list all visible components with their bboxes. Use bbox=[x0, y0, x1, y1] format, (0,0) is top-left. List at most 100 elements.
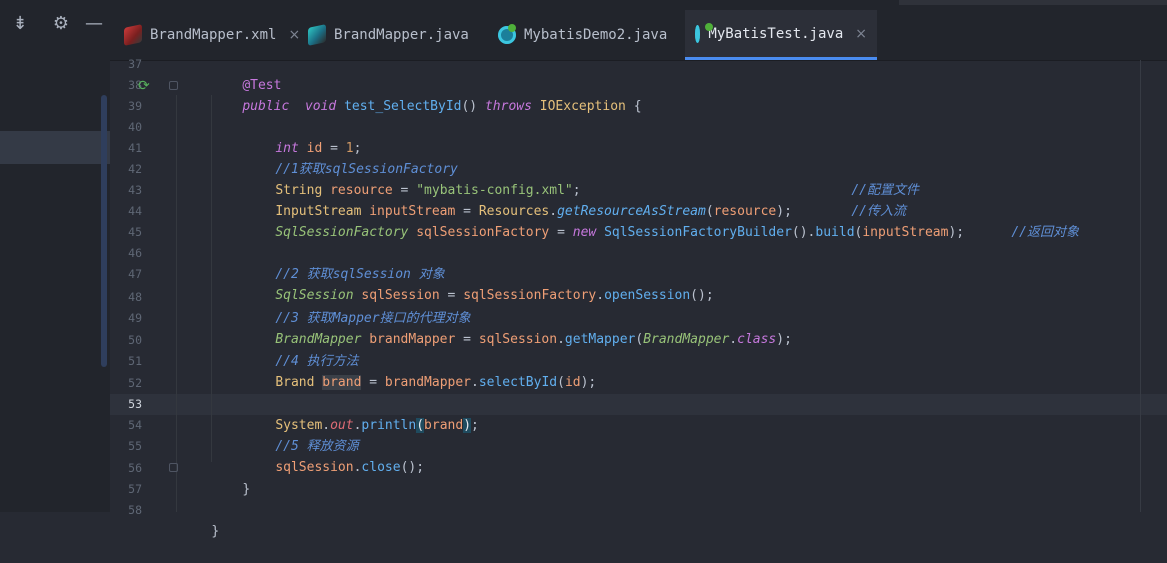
code-line-37: @Test bbox=[211, 54, 281, 93]
fold-marker-icon[interactable] bbox=[169, 463, 178, 472]
tab-brandmapper-java[interactable]: BrandMapper.java bbox=[298, 10, 479, 60]
tab-mybatisdemo2-java[interactable]: MybatisDemo2.java bbox=[488, 10, 677, 60]
code-line-41: //1获取sqlSessionFactory bbox=[244, 138, 458, 177]
token: selectById bbox=[478, 375, 558, 390]
code-line-44: SqlSessionFactory sqlSessionFactory = ne… bbox=[244, 201, 964, 240]
token: . bbox=[729, 332, 738, 347]
line-number: 58 bbox=[128, 503, 142, 517]
token: (); bbox=[400, 460, 425, 475]
token: ; bbox=[471, 418, 479, 433]
run-test-icon[interactable]: ⟳ bbox=[138, 78, 154, 94]
token: Brand bbox=[275, 375, 315, 390]
token: () bbox=[461, 99, 478, 114]
code-line-43: InputStream inputStream = Resources.getR… bbox=[244, 180, 792, 219]
line-number: 44 bbox=[128, 204, 142, 218]
code-comment-43: //传入流 bbox=[820, 180, 906, 219]
token: ); bbox=[948, 225, 965, 240]
tab-brandmapper-xml[interactable]: BrandMapper.xml × bbox=[114, 10, 310, 60]
code-editor[interactable]: @Test public void test_SelectById() thro… bbox=[180, 54, 1167, 539]
token: sqlSessionFactory bbox=[416, 225, 550, 240]
code-line-48: //3 获取Mapper接口的代理对象 bbox=[244, 287, 470, 326]
project-tree-selected-row[interactable] bbox=[0, 131, 110, 164]
code-line-54: //5 释放资源 bbox=[244, 415, 358, 454]
token: println bbox=[361, 418, 417, 433]
line-number: 50 bbox=[128, 333, 142, 347]
token: (); bbox=[690, 288, 714, 303]
code-line-42: String resource = "mybatis-config.xml"; bbox=[244, 159, 580, 198]
token: sqlSession bbox=[275, 460, 354, 475]
token: } bbox=[242, 482, 251, 497]
token: ( bbox=[557, 375, 565, 390]
editor-tab-bar: BrandMapper.xml × BrandMapper.java Mybat… bbox=[110, 0, 1167, 61]
line-number: 40 bbox=[128, 120, 142, 134]
matched-paren: ) bbox=[463, 418, 472, 433]
code-line-56: } bbox=[211, 458, 250, 497]
code-line-46: //2 获取sqlSession 对象 bbox=[244, 243, 444, 282]
token: . bbox=[596, 288, 605, 303]
token: class bbox=[737, 332, 777, 347]
code-line-40: int id = 1; bbox=[244, 117, 361, 156]
token: ); bbox=[580, 375, 597, 390]
line-number: 49 bbox=[128, 311, 142, 325]
line-number: 55 bbox=[128, 439, 142, 453]
code-line-55: sqlSession.close(); bbox=[244, 436, 424, 475]
close-icon[interactable]: × bbox=[855, 26, 867, 42]
token: build bbox=[815, 225, 855, 240]
project-panel: ⇟ ⚙ — bbox=[0, 0, 110, 512]
line-number: 56 bbox=[128, 461, 142, 475]
token: . bbox=[557, 332, 565, 347]
code-line-50: //4 执行方法 bbox=[244, 330, 358, 369]
tab-label: MyBatisTest.java bbox=[708, 25, 844, 42]
code-comment-42: //配置文件 bbox=[820, 159, 919, 198]
xml-file-icon bbox=[124, 24, 142, 46]
token: getMapper bbox=[564, 332, 636, 347]
token: SqlSessionFactoryBuilder bbox=[604, 225, 792, 240]
line-number: 42 bbox=[128, 162, 142, 176]
tab-label: MybatisDemo2.java bbox=[524, 27, 668, 43]
gear-icon[interactable]: ⚙ bbox=[50, 13, 72, 35]
token: throws bbox=[484, 99, 532, 114]
code-line-53: System.out.println(brand); bbox=[244, 394, 479, 433]
token: test_SelectById bbox=[344, 99, 462, 114]
token: close bbox=[361, 460, 401, 475]
line-number: 43 bbox=[128, 183, 142, 197]
line-number: 47 bbox=[128, 267, 142, 281]
line-number: 51 bbox=[128, 354, 142, 368]
code-line-49: BrandMapper brandMapper = sqlSession.get… bbox=[244, 308, 792, 347]
line-number: 46 bbox=[128, 246, 142, 260]
code-line-38: public void test_SelectById() throws IOE… bbox=[211, 75, 641, 114]
tab-mybatistest-java[interactable]: MyBatisTest.java × bbox=[685, 10, 877, 60]
line-number: 57 bbox=[128, 482, 142, 496]
fold-marker-icon[interactable] bbox=[169, 81, 178, 90]
token: { bbox=[633, 99, 642, 114]
minimize-icon[interactable]: — bbox=[83, 13, 105, 35]
line-number: 48 bbox=[128, 290, 142, 304]
highlighted-variable: brand bbox=[322, 375, 362, 390]
token: ); bbox=[776, 332, 792, 347]
token: sqlSession bbox=[478, 332, 558, 347]
code-line-47: SqlSession sqlSession = sqlSessionFactor… bbox=[244, 264, 713, 303]
token: = bbox=[549, 225, 573, 240]
token: brandMapper bbox=[369, 332, 456, 347]
java-class-icon bbox=[695, 22, 715, 43]
token: (). bbox=[791, 225, 816, 240]
token: void bbox=[304, 99, 337, 114]
code-comment-44: //返回对象 bbox=[980, 201, 1079, 240]
line-number-gutter[interactable]: 37 38 39 40 41 42 43 44 45 46 47 48 49 5… bbox=[110, 54, 175, 517]
token: sqlSessionFactory bbox=[463, 288, 597, 303]
token: new bbox=[572, 225, 597, 240]
tab-label: BrandMapper.xml bbox=[150, 27, 277, 43]
token: } bbox=[211, 524, 220, 539]
line-number: 41 bbox=[128, 141, 142, 155]
collapse-all-icon[interactable]: ⇟ bbox=[9, 13, 31, 35]
token: id bbox=[564, 375, 581, 390]
toolbar-strip bbox=[899, 0, 1167, 5]
token: public bbox=[242, 99, 290, 114]
token: openSession bbox=[604, 288, 691, 303]
matched-paren: ( bbox=[416, 418, 425, 433]
line-number: 37 bbox=[128, 57, 142, 71]
token: BrandMapper bbox=[643, 332, 730, 347]
project-panel-scrollbar[interactable] bbox=[101, 95, 107, 367]
line-number: 54 bbox=[128, 418, 142, 432]
comment: //返回对象 bbox=[1011, 225, 1079, 240]
